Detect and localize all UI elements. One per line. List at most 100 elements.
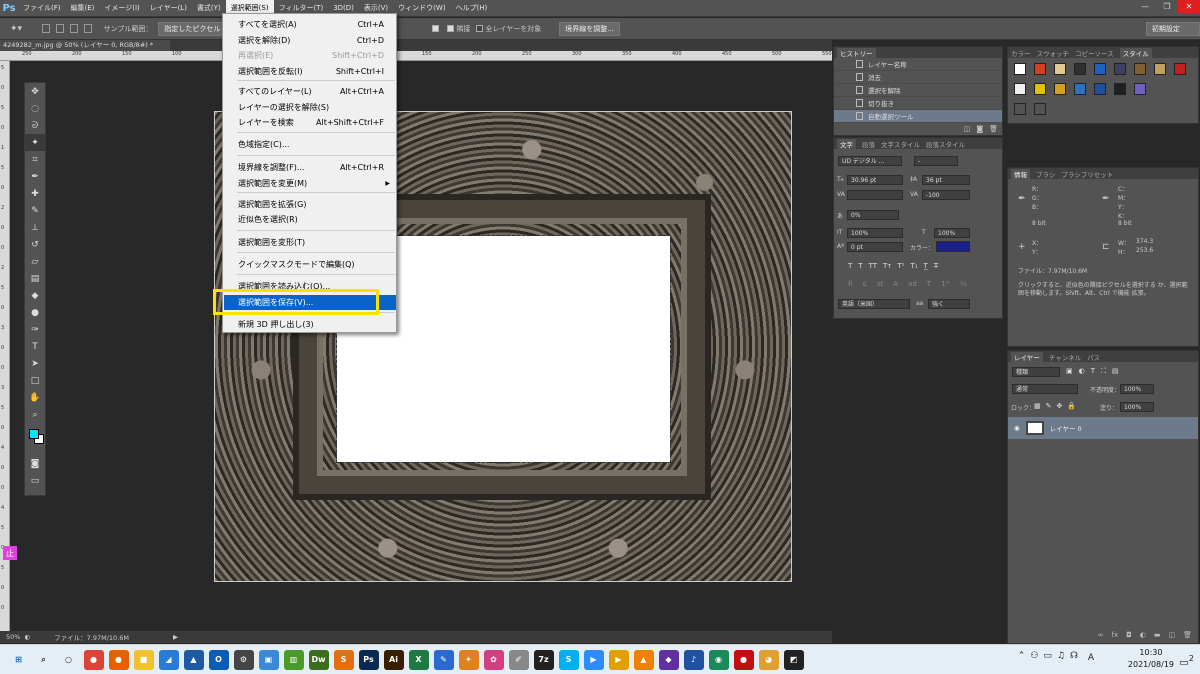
panel-tab[interactable]: ブラシプリセット — [1061, 169, 1113, 179]
start-icon[interactable]: ⊞ — [9, 650, 29, 670]
app-icon[interactable]: ◩ — [783, 649, 804, 670]
magic-wand-tool-icon[interactable]: ✦ — [25, 134, 45, 151]
foreground-color-swatch[interactable] — [29, 429, 39, 439]
firefox-icon[interactable]: ● — [108, 649, 129, 670]
select-menu-item[interactable]: レイヤーを検索 Alt+Shift+Ctrl+F — [224, 115, 396, 130]
text-color-swatch[interactable] — [936, 241, 970, 252]
style-swatch[interactable] — [1094, 83, 1106, 95]
select-menu-item[interactable]: 境界線を調整(F)... Alt+Ctrl+R — [224, 160, 396, 175]
panel-tab[interactable]: ブラシ — [1036, 169, 1055, 179]
minimize-button[interactable]: — — [1134, 0, 1156, 13]
contiguous-checkbox[interactable] — [447, 24, 455, 32]
history-item[interactable]: 選択を解除 — [834, 84, 1002, 97]
subtract-selection-icon[interactable] — [69, 24, 78, 33]
menu-3[interactable]: レイヤー(L) — [145, 0, 192, 17]
outlook-icon[interactable]: O — [208, 649, 229, 670]
ot-superior-button[interactable]: 1ˢᵗ — [941, 280, 950, 288]
ot-fraction-button[interactable]: ½ — [960, 280, 967, 288]
tracking-field[interactable]: -100 — [922, 190, 970, 200]
crop-tool-icon[interactable]: ⌗ — [25, 151, 45, 168]
style-swatch[interactable] — [1134, 63, 1146, 75]
illustrator-icon[interactable]: Ai — [383, 649, 404, 670]
trash-icon[interactable]: 🗑 — [989, 125, 998, 133]
style-swatch[interactable] — [1114, 63, 1126, 75]
select-menu-item[interactable]: 新規 3D 押し出し(3) — [224, 317, 396, 332]
all-layers-checkbox[interactable] — [476, 24, 484, 32]
font-family-select[interactable]: UD デジタル ... — [838, 156, 902, 166]
blend-mode-select[interactable]: 通常 — [1012, 384, 1078, 394]
select-menu-item[interactable]: 選択範囲を変形(T) — [224, 235, 396, 250]
app-icon[interactable]: ✎ — [433, 649, 454, 670]
camera-icon[interactable]: ◙ — [976, 125, 983, 133]
style-swatch[interactable] — [1134, 83, 1146, 95]
new-layer-icon[interactable]: ◫ — [1168, 631, 1175, 639]
panel-tab[interactable]: レイヤー — [1011, 351, 1043, 362]
hand-tool-icon[interactable]: ✋ — [25, 389, 45, 406]
panel-tab[interactable]: カラー — [1011, 48, 1031, 58]
panel-tab[interactable]: 文字 — [837, 138, 856, 149]
photos-icon[interactable]: ▲ — [183, 649, 204, 670]
all-layers-option[interactable]: 全レイヤーを対象 — [476, 24, 541, 34]
history-brush-tool-icon[interactable]: ↺ — [25, 236, 45, 253]
select-menu-item[interactable]: クイックマスクモードで編集(Q) — [224, 257, 396, 272]
antialias-checkbox[interactable] — [432, 24, 440, 32]
menu-10[interactable]: ヘルプ(H) — [451, 0, 493, 17]
panel-tab[interactable]: スタイル — [1119, 47, 1152, 58]
healing-brush-tool-icon[interactable]: ✚ — [25, 185, 45, 202]
antialias-option[interactable] — [432, 24, 441, 33]
opacity-field[interactable]: 100% — [1120, 384, 1154, 394]
tsume-field[interactable]: 0% — [847, 210, 899, 220]
history-item[interactable]: 切り抜き — [834, 97, 1002, 110]
contiguous-option[interactable]: 隣接 — [447, 24, 470, 34]
kerning-field[interactable] — [847, 190, 903, 200]
7zip-icon[interactable]: 7z — [533, 649, 554, 670]
font-style-select[interactable]: - — [914, 156, 958, 166]
delete-layer-icon[interactable]: 🗑 — [1183, 631, 1192, 639]
style-swatch[interactable] — [1074, 63, 1086, 75]
style-swatch[interactable] — [1034, 83, 1046, 95]
zoom-icon[interactable]: ▶ — [583, 649, 604, 670]
panel-tab[interactable]: 段落スタイル — [926, 139, 965, 149]
panel-tab[interactable]: コピーソース — [1075, 48, 1114, 58]
dodge-tool-icon[interactable]: ● — [25, 304, 45, 321]
document-tab[interactable]: 4249282_m.jpg @ 50% (レイヤー 0, RGB/8#) * — [0, 40, 170, 51]
adjustment-filter-icon[interactable]: ◐ — [1079, 367, 1085, 376]
select-menu-item[interactable]: すべてを選択(A) Ctrl+A — [224, 17, 396, 32]
app-icon[interactable]: ▣ — [258, 649, 279, 670]
new-selection-icon[interactable] — [42, 24, 50, 33]
select-menu-item[interactable]: レイヤーの選択を解除(S) — [224, 100, 396, 115]
gradient-tool-icon[interactable]: ▤ — [25, 270, 45, 287]
style-swatch[interactable] — [1054, 63, 1066, 75]
lock-all-icon[interactable]: 🔒 — [1067, 402, 1076, 410]
tab-history[interactable]: ヒストリー — [837, 47, 876, 58]
app-icon[interactable]: ♪ — [683, 649, 704, 670]
app-icon[interactable]: ● — [733, 649, 754, 670]
add-selection-icon[interactable] — [55, 24, 64, 33]
add-mask-icon[interactable]: ◘ — [1126, 631, 1132, 639]
type-tool-icon[interactable]: T — [25, 338, 45, 355]
select-menu-item[interactable]: 選択を解除(D) Ctrl+D — [224, 33, 396, 48]
panel-tab[interactable]: 文字スタイル — [881, 139, 920, 149]
refine-edge-button[interactable]: 境界線を調整... — [559, 21, 620, 36]
sample-size-select[interactable]: 指定したピクセル — [158, 21, 227, 36]
vlc-icon[interactable]: ▲ — [633, 649, 654, 670]
style-swatch[interactable] — [1014, 63, 1026, 75]
screen-mode-icon[interactable]: ▭ — [25, 472, 45, 489]
leading-field[interactable]: 36 pt — [922, 175, 970, 185]
select-menu-item[interactable]: 選択範囲を拡張(G) — [224, 197, 396, 212]
superscript-button[interactable]: T¹ — [897, 262, 904, 270]
shape-filter-icon[interactable]: ⛶ — [1101, 367, 1106, 376]
select-menu-item[interactable]: 近似色を選択(R) — [224, 212, 396, 227]
select-menu-item[interactable]: 選択範囲を変更(M) ▶ — [224, 176, 396, 191]
menu-2[interactable]: イメージ(I) — [99, 0, 144, 17]
explorer-icon[interactable]: ■ — [133, 649, 154, 670]
style-swatch[interactable] — [1154, 63, 1166, 75]
dreamweaver-icon[interactable]: Dw — [308, 649, 329, 670]
style-swatch[interactable] — [1114, 83, 1126, 95]
tray-icon[interactable]: ⌃ — [1018, 651, 1026, 661]
empty-style-swatch[interactable] — [1014, 103, 1026, 115]
close-button[interactable]: ✕ — [1178, 0, 1200, 13]
fill-field[interactable]: 100% — [1120, 402, 1154, 412]
new-group-icon[interactable]: ▬ — [1154, 631, 1161, 639]
font-size-field[interactable]: 30.96 pt — [847, 175, 903, 185]
